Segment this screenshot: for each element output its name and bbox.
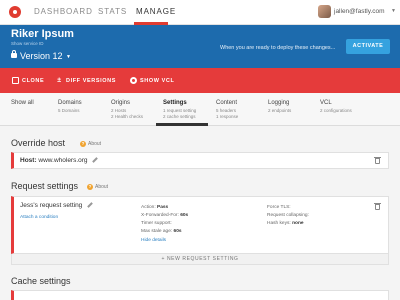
kv-value: Pass (157, 205, 169, 210)
host-row: Host: www.wholers.org (20, 157, 99, 164)
hash-keys-row: Hash keys: none (267, 221, 304, 226)
activate-button[interactable]: ACTIVATE (346, 39, 390, 54)
diff-versions-button[interactable]: ± DIFF VERSIONS (56, 77, 116, 84)
request-setting-name: Jess's request setting (20, 202, 83, 209)
tab-domains[interactable]: Domains 5 Domains (58, 100, 82, 114)
diff-label: DIFF VERSIONS (66, 77, 116, 84)
info-icon: ? (80, 141, 86, 147)
override-host-title: Override host (11, 138, 66, 148)
show-vcl-button[interactable]: SHOW VCL (130, 77, 174, 84)
kv-label: Hash keys: (267, 221, 291, 226)
clone-button[interactable]: CLONE (12, 77, 44, 84)
override-host-card: Host: www.wholers.org (11, 152, 389, 169)
config-tabs: Show all Domains 5 Domains Origins 2 Hos… (0, 93, 400, 126)
avatar[interactable] (318, 5, 331, 18)
chevron-down-icon[interactable]: ▼ (66, 54, 71, 60)
force-tls-row: Force TLS: (267, 205, 291, 210)
version-action-bar: CLONE ± DIFF VERSIONS SHOW VCL (0, 68, 400, 93)
trash-icon[interactable] (374, 157, 381, 164)
tab-summary: 2 cache settings (163, 114, 196, 119)
kv-label: X-Forwarded-For: (141, 213, 179, 218)
version-selector[interactable]: Version 12 (20, 51, 63, 61)
action-row: Action: Pass (141, 205, 168, 210)
nav-tab-manage[interactable]: MANAGE (136, 7, 176, 16)
kv-label: Timer support: (141, 221, 172, 226)
tab-summary: 2 endpoints (268, 108, 292, 113)
request-settings-about[interactable]: ? About (87, 184, 108, 190)
stale-row: Max stale age: 60s (141, 229, 182, 234)
diff-icon: ± (57, 77, 62, 84)
tab-summary: 2 Health checks (111, 114, 144, 119)
host-label: Host: (20, 157, 37, 164)
tab-label: Origins (111, 100, 131, 106)
kv-value: none (292, 221, 304, 226)
vcl-label: SHOW VCL (140, 77, 175, 84)
kv-label: Request collapsing: (267, 213, 309, 218)
xff-row: X-Forwarded-For: 60s (141, 213, 188, 218)
lock-icon (11, 50, 17, 58)
info-icon: ? (87, 184, 93, 190)
eye-icon (130, 77, 137, 84)
deploy-message: When you are ready to deploy these chang… (220, 45, 336, 51)
tab-label: Content (216, 100, 238, 106)
tab-summary: 5 Domains (58, 108, 80, 113)
tab-label: Domains (58, 100, 82, 106)
request-settings-title: Request settings (11, 181, 79, 191)
kv-value: 60s (173, 229, 182, 234)
kv-value: 60s (180, 213, 189, 218)
new-request-setting-button[interactable]: + NEW REQUEST SETTING (11, 254, 389, 265)
trash-icon[interactable] (374, 203, 381, 210)
tab-label: Logging (268, 100, 290, 106)
kv-label: Action: (141, 205, 156, 210)
tab-summary: 1 response (216, 114, 239, 119)
timer-row: Timer support: (141, 221, 172, 226)
tab-label: VCL (320, 100, 332, 106)
top-nav: DASHBOARD STATS MANAGE jallen@fastly.com… (0, 0, 400, 25)
edit-icon[interactable] (92, 157, 99, 164)
about-label: About (88, 141, 102, 147)
attach-condition-link[interactable]: Attach a condition (20, 215, 58, 220)
service-name: Riker Ipsum (11, 28, 74, 40)
request-setting-card: Jess's request setting Attach a conditio… (11, 196, 389, 254)
tab-summary: 2 configurations (320, 108, 352, 113)
clone-icon (12, 77, 19, 84)
fastly-logo-icon[interactable] (9, 6, 21, 18)
tab-label: Settings (163, 100, 187, 106)
tab-logging[interactable]: Logging 2 endpoints (268, 100, 291, 114)
edit-icon[interactable] (87, 202, 93, 209)
tab-label: Show all (11, 100, 34, 106)
nav-tab-dashboard[interactable]: DASHBOARD (34, 7, 93, 16)
tab-vcl[interactable]: VCL 2 configurations (320, 100, 352, 114)
tab-show-all[interactable]: Show all (11, 100, 34, 106)
tab-settings[interactable]: Settings 1 request setting 2 cache setti… (163, 100, 196, 120)
user-email[interactable]: jallen@fastly.com (334, 8, 385, 15)
override-host-about[interactable]: ? About (80, 141, 101, 147)
cache-setting-card (11, 290, 389, 300)
collapsing-row: Request collapsing: (267, 213, 309, 218)
hide-details-link[interactable]: Hide details (141, 238, 166, 243)
chevron-down-icon[interactable]: ▼ (391, 8, 396, 14)
host-value: www.wholers.org (38, 157, 88, 164)
cache-settings-title: Cache settings (11, 276, 71, 286)
request-setting-name-row: Jess's request setting (20, 202, 93, 209)
tab-content[interactable]: Content 5 headers 1 response (216, 100, 238, 120)
clone-label: CLONE (22, 77, 45, 84)
active-tab-indicator (156, 123, 208, 126)
kv-label: Max stale age: (141, 229, 173, 234)
tab-origins[interactable]: Origins 2 Hosts 2 Health checks (111, 100, 143, 120)
about-label: About (95, 184, 109, 190)
show-service-id-link[interactable]: Show service ID (11, 41, 44, 46)
service-header: Riker Ipsum Show service ID Version 12 ▼… (0, 25, 400, 68)
kv-label: Force TLS: (267, 205, 291, 210)
nav-tab-stats[interactable]: STATS (98, 7, 127, 16)
